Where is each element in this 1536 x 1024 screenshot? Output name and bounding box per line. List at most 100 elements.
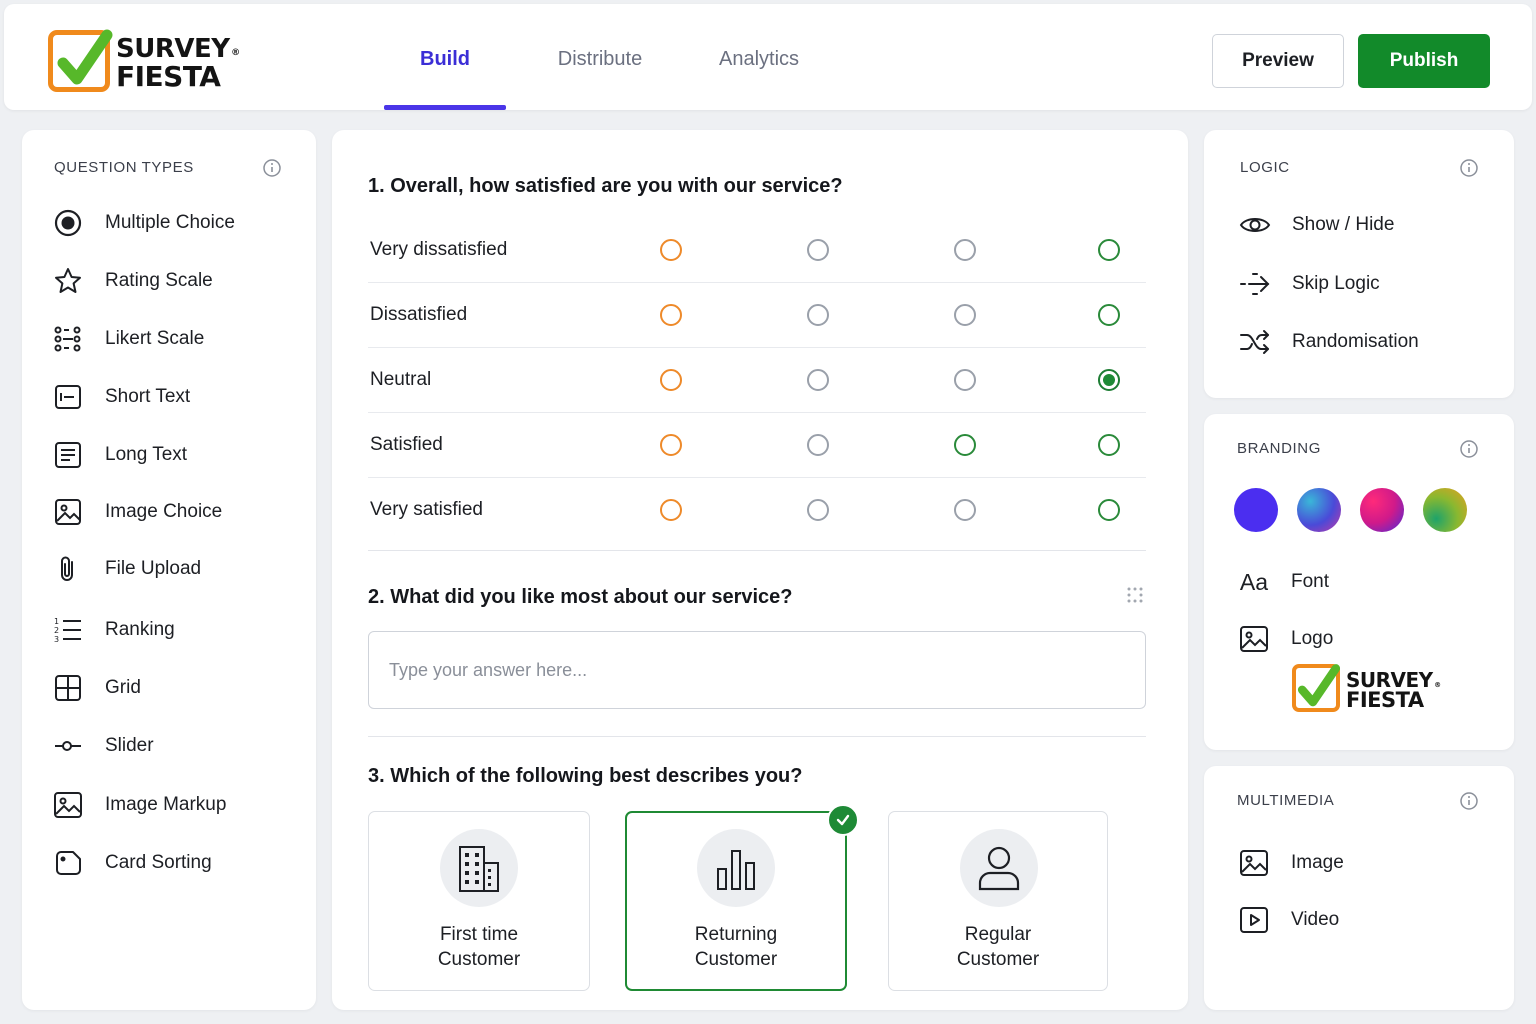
choice-card-regular[interactable]: Regular Customer [888,811,1108,991]
branding-font[interactable]: Aa Font [1237,562,1329,602]
radio-option[interactable] [1098,239,1120,261]
color-swatch-green-gradient[interactable] [1423,488,1467,532]
question-type-label: Rating Scale [105,270,213,291]
radio-option[interactable] [807,369,829,391]
tab-distribute[interactable]: Distribute [510,4,690,110]
survey-fiesta-logo[interactable]: SURVEY FIESTA ® [48,29,240,92]
question-type-label: File Upload [105,558,202,579]
preview-button[interactable]: Preview [1212,34,1344,88]
multimedia-item-label: Video [1291,909,1340,930]
color-swatch-teal-gradient[interactable] [1297,488,1341,532]
question-type-grid[interactable]: Grid [52,668,141,708]
branding-panel: BRANDING Aa Font Logo SURVEY FIESTA ® [1204,414,1514,750]
choice-label: Regular Customer [889,922,1107,972]
scale-row-label: Very satisfied [370,499,483,520]
survey-canvas: 1. Overall, how satisfied are you with o… [332,130,1188,1010]
question-type-image-choice[interactable]: Image Choice [52,492,222,532]
question-type-ranking[interactable]: 1 2 3 Ranking [52,610,175,650]
branding-title: BRANDING [1237,440,1321,457]
radio-option[interactable] [660,499,682,521]
radio-option[interactable] [954,304,976,326]
choice-label: Returning Customer [627,922,845,972]
info-icon[interactable] [262,158,282,178]
svg-text:3: 3 [54,635,59,644]
registered-mark: ® [231,48,240,58]
multimedia-title: MULTIMEDIA [1237,792,1335,809]
question-type-card-sorting[interactable]: Card Sorting [52,843,212,883]
choice-label-line1: Regular [964,924,1032,945]
radio-option[interactable] [954,434,976,456]
radio-option[interactable] [954,239,976,261]
info-icon[interactable] [1459,158,1479,178]
radio-option[interactable] [660,369,682,391]
scale-row-label: Neutral [370,369,432,390]
multimedia-video[interactable]: Video [1237,900,1339,940]
color-swatch-pink-gradient[interactable] [1360,488,1404,532]
logic-item-label: Skip Logic [1292,273,1380,294]
radio-option[interactable] [1098,434,1120,456]
choice-card-returning[interactable]: Returning Customer [625,811,847,991]
question-divider [368,736,1146,737]
scale-row: Dissatisfied [368,283,1146,348]
radio-option[interactable] [1098,304,1120,326]
info-icon[interactable] [1459,439,1479,459]
choice-label: First time Customer [369,922,589,972]
drag-handle-icon[interactable] [1126,586,1144,604]
question-type-label: Short Text [105,386,191,407]
scale-row: Very dissatisfied [368,218,1146,283]
choice-label-line1: First time [439,924,519,945]
answer-input[interactable] [368,631,1146,709]
multimedia-panel: MULTIMEDIA Image Video [1204,766,1514,1010]
question-type-slider[interactable]: Slider [52,726,154,766]
brand-logo-preview[interactable]: SURVEY FIESTA ® [1292,664,1441,712]
image-icon [52,496,84,528]
long-text-icon [52,439,84,471]
question-type-label: Card Sorting [105,852,212,873]
radio-option[interactable] [660,239,682,261]
logo-wordmark: SURVEY FIESTA ® [1346,670,1441,711]
radio-option[interactable] [807,239,829,261]
logic-show-hide[interactable]: Show / Hide [1238,205,1394,245]
logic-item-label: Randomisation [1292,331,1419,352]
info-icon[interactable] [1459,791,1479,811]
question-type-long-text[interactable]: Long Text [52,435,187,475]
question-type-label: Likert Scale [105,328,205,349]
question-type-multiple-choice[interactable]: Multiple Choice [52,203,235,243]
branding-logo[interactable]: Logo [1237,619,1333,659]
logo-checkbox-icon [48,29,113,92]
paperclip-icon [52,553,84,585]
question-type-likert-scale[interactable]: Likert Scale [52,319,204,359]
radio-option[interactable] [807,434,829,456]
radio-option[interactable] [807,499,829,521]
color-swatch-purple[interactable] [1234,488,1278,532]
logic-skip-logic[interactable]: Skip Logic [1238,264,1380,304]
grid-icon [52,672,84,704]
radio-icon [52,207,84,239]
multimedia-image[interactable]: Image [1237,843,1344,883]
radio-option[interactable] [1098,499,1120,521]
radio-option[interactable] [660,304,682,326]
tab-analytics[interactable]: Analytics [694,4,824,110]
question-type-rating-scale[interactable]: Rating Scale [52,261,213,301]
tab-build[interactable]: Build [384,4,506,110]
publish-button[interactable]: Publish [1358,34,1490,88]
radio-option[interactable] [807,304,829,326]
logic-randomisation[interactable]: Randomisation [1238,322,1419,362]
radio-option[interactable] [954,369,976,391]
slider-icon [52,730,84,762]
question-type-image-markup[interactable]: Image Markup [52,785,226,825]
selected-check-icon [827,804,859,836]
registered-mark: ® [1434,681,1441,689]
radio-option[interactable] [660,434,682,456]
radio-option[interactable] [954,499,976,521]
image-icon [1237,846,1271,880]
radio-option-selected[interactable] [1098,369,1120,391]
question-2-title: 2. What did you like most about our serv… [368,586,793,608]
question-type-label: Multiple Choice [105,212,235,233]
question-type-label: Ranking [105,619,175,640]
video-icon [1237,903,1271,937]
choice-card-first-time[interactable]: First time Customer [368,811,590,991]
question-type-short-text[interactable]: Short Text [52,377,190,417]
svg-text:1: 1 [54,617,59,626]
question-type-file-upload[interactable]: File Upload [52,549,201,589]
